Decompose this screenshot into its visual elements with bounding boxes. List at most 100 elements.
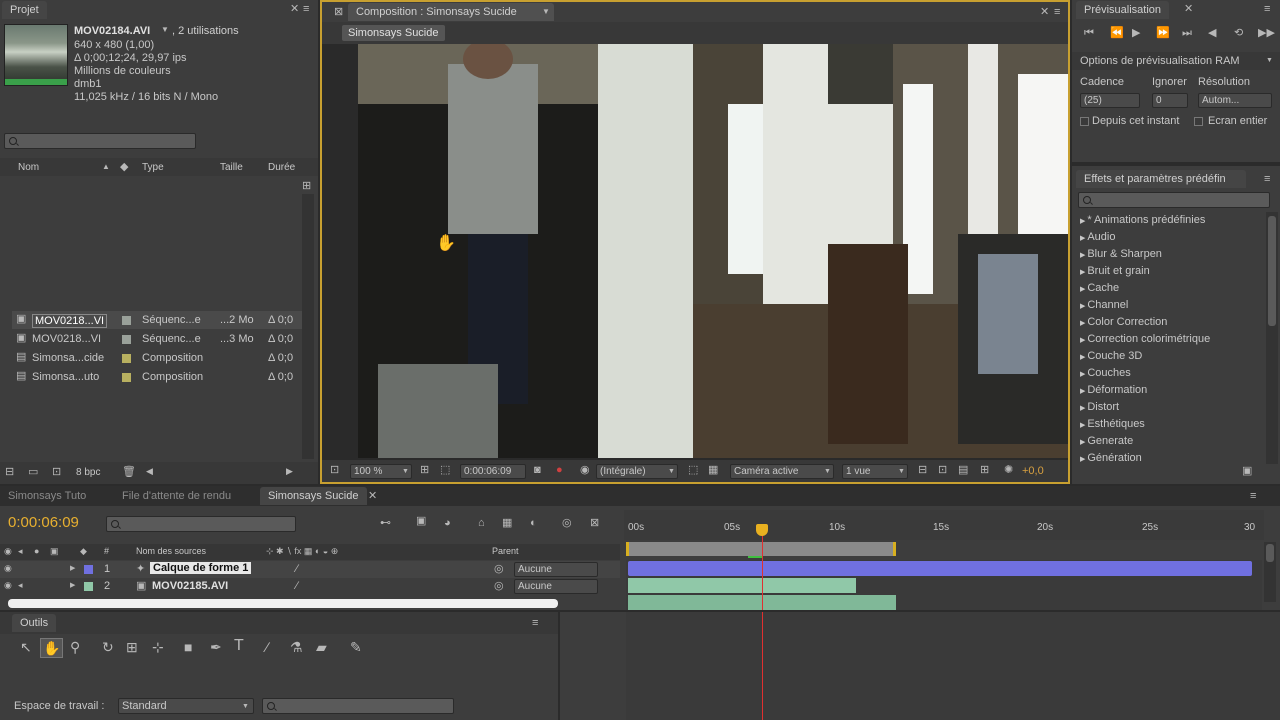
solo-icon[interactable]: ● — [34, 547, 39, 556]
effects-category[interactable]: ▶ Blur & Sharpen — [1080, 248, 1162, 260]
last-frame-icon[interactable]: ⏭ — [1182, 28, 1192, 39]
effects-category[interactable]: ▶ Cache — [1080, 282, 1119, 294]
label-color[interactable] — [122, 335, 131, 344]
draft-3d-icon[interactable]: ▣ — [416, 516, 426, 527]
scroll-left-icon[interactable]: ◀ — [146, 467, 153, 476]
effects-category[interactable]: ▶ Déformation — [1080, 384, 1147, 396]
hand-tool-icon[interactable]: ✋ — [40, 638, 64, 658]
resolution-icon[interactable]: ◉ — [580, 465, 590, 476]
toggle-pixel-aspect-icon[interactable]: ⊟ — [918, 465, 927, 476]
tab-render-queue[interactable]: File d'attente de rendu — [114, 487, 239, 505]
ram-preview-icon[interactable]: ▶▶ — [1258, 28, 1275, 39]
chevron-down-icon[interactable]: ▼ — [824, 468, 831, 475]
effects-category[interactable]: ▶ Génération — [1080, 452, 1142, 464]
trash-icon[interactable]: 🗑 — [122, 467, 136, 478]
effects-category[interactable]: ▶ Channel — [1080, 299, 1128, 311]
col-size[interactable]: Taille — [220, 162, 243, 173]
next-frame-icon[interactable]: ⏩ — [1156, 28, 1170, 39]
flowchart-icon[interactable]: ⊞ — [980, 465, 989, 476]
audio-icon[interactable]: ◀ — [1208, 28, 1216, 39]
layer-name[interactable]: Calque de forme 1 — [150, 562, 252, 574]
ignore-select[interactable]: 0 — [1152, 93, 1188, 108]
expand-arrow-icon[interactable]: ▶ — [70, 565, 75, 572]
project-search-input[interactable] — [4, 133, 196, 149]
effects-category[interactable]: ▶ Distort — [1080, 401, 1119, 413]
eye-icon[interactable]: ◉ — [4, 564, 12, 573]
col-type[interactable]: Type — [142, 162, 164, 173]
tab-preview[interactable]: Prévisualisation — [1076, 1, 1170, 19]
chevron-down-icon[interactable]: ▼ — [668, 468, 675, 475]
col-source-name[interactable]: Nom des sources — [136, 546, 206, 556]
effects-scrollbar[interactable] — [1266, 212, 1278, 464]
effects-category[interactable]: ▶ Bruit et grain — [1080, 265, 1150, 277]
resolution-select[interactable]: (Intégrale) — [596, 464, 678, 479]
flowchart-icon[interactable]: ⊞ — [302, 181, 311, 192]
audio-icon[interactable]: ◂ — [18, 547, 23, 556]
lock-icon[interactable]: ▣ — [50, 547, 59, 556]
lock-icon[interactable]: ⊠ — [334, 7, 343, 18]
list-item[interactable]: ▤ Simonsa...cide Composition Δ 0;0 — [12, 349, 302, 367]
tab-simonsays-tuto[interactable]: Simonsays Tuto — [0, 487, 94, 505]
fast-previews-icon[interactable]: ⊡ — [938, 465, 947, 476]
close-icon[interactable]: ✕ — [1184, 4, 1193, 15]
play-icon[interactable]: ▶ — [1132, 28, 1140, 39]
help-search-input[interactable] — [262, 698, 454, 714]
motion-blur-icon[interactable]: ▦ — [502, 518, 512, 529]
fullscreen-checkbox[interactable] — [1194, 117, 1203, 126]
panel-menu-icon[interactable]: ≡ — [303, 4, 309, 15]
timeline-scrollbar[interactable] — [8, 599, 558, 608]
rotation-tool-icon[interactable]: ↻ — [102, 640, 114, 654]
timeline-search-input[interactable] — [106, 516, 296, 532]
puppet-tool-icon[interactable]: ✎ — [350, 640, 362, 654]
project-scrollbar[interactable] — [302, 194, 314, 459]
sort-up-icon[interactable]: ▲ — [102, 163, 110, 171]
timeline-icon[interactable]: ▤ — [958, 465, 968, 476]
pen-switch-icon[interactable]: ∕ — [296, 581, 298, 592]
current-time-field[interactable]: 0:00:06:09 — [460, 464, 526, 479]
audio-icon[interactable]: ◂ — [18, 581, 23, 590]
from-current-checkbox[interactable] — [1080, 117, 1089, 126]
layer-bar-1[interactable] — [628, 561, 1252, 576]
layer-label-color[interactable] — [84, 582, 93, 591]
interpret-footage-icon[interactable]: ⊟ — [5, 467, 14, 478]
cadence-select[interactable]: (25) — [1080, 93, 1140, 108]
subtab-composition[interactable]: Simonsays Sucide — [342, 25, 445, 41]
time-ruler[interactable]: 00s 05s 10s 15s 20s 25s 30 — [624, 510, 1264, 540]
tab-composition[interactable]: Composition : Simonsays Sucide — [348, 3, 554, 21]
effects-category[interactable]: ▶ Audio — [1080, 231, 1115, 243]
scrollbar-thumb[interactable] — [1266, 544, 1274, 562]
playhead[interactable] — [762, 524, 763, 610]
new-item-icon[interactable]: ▣ — [1242, 466, 1252, 477]
exposure-icon[interactable]: ✺ — [1004, 465, 1013, 476]
rectangle-tool-icon[interactable]: ■ — [184, 640, 192, 654]
workspace-select[interactable]: Standard — [118, 698, 254, 714]
scroll-right-icon[interactable]: ▶ — [286, 467, 293, 476]
chevron-down-icon[interactable]: ▼ — [402, 468, 409, 475]
panel-menu-icon[interactable]: ≡ — [1264, 4, 1270, 15]
label-color[interactable] — [122, 373, 131, 382]
panel-menu-icon[interactable]: ≡ — [1250, 491, 1256, 502]
timeline-current-time[interactable]: 0:00:06:09 — [8, 514, 79, 531]
hide-shy-layers-icon[interactable]: ◕ — [444, 518, 451, 529]
effects-category[interactable]: ▶ Color Correction — [1080, 316, 1167, 328]
list-item[interactable]: ▤ Simonsa...uto Composition Δ 0;0 — [12, 368, 302, 386]
chevron-down-icon[interactable]: ▼ — [161, 26, 169, 34]
expand-arrow-icon[interactable]: ▶ — [70, 582, 75, 589]
effects-category[interactable]: ▶ Couches — [1080, 367, 1131, 379]
effects-category[interactable]: ▶ Esthétiques — [1080, 418, 1145, 430]
frame-blending-icon[interactable]: ⌂ — [478, 518, 485, 529]
label-color[interactable] — [122, 316, 131, 325]
list-item[interactable]: ▣ MOV0218...VI Séquenc...e ...2 Mo Δ 0;0 — [12, 311, 302, 329]
always-preview-icon[interactable]: ⊡ — [330, 465, 339, 476]
video-visibility-icon[interactable]: ◉ — [4, 547, 12, 556]
close-icon[interactable]: ✕ — [1040, 7, 1049, 18]
label-tag-icon[interactable]: ◆ — [80, 547, 87, 556]
label-color[interactable] — [122, 354, 131, 363]
layer-label-color[interactable] — [84, 565, 93, 574]
tab-simonsays-sucide[interactable]: Simonsays Sucide — [260, 487, 367, 505]
close-icon[interactable]: ✕ — [290, 4, 299, 15]
scrollbar-thumb[interactable] — [1268, 216, 1276, 326]
resolution-select[interactable]: Autom... — [1198, 93, 1272, 108]
zoom-tool-icon[interactable]: ⚲ — [70, 640, 80, 654]
panel-menu-icon[interactable]: ≡ — [1054, 7, 1060, 18]
